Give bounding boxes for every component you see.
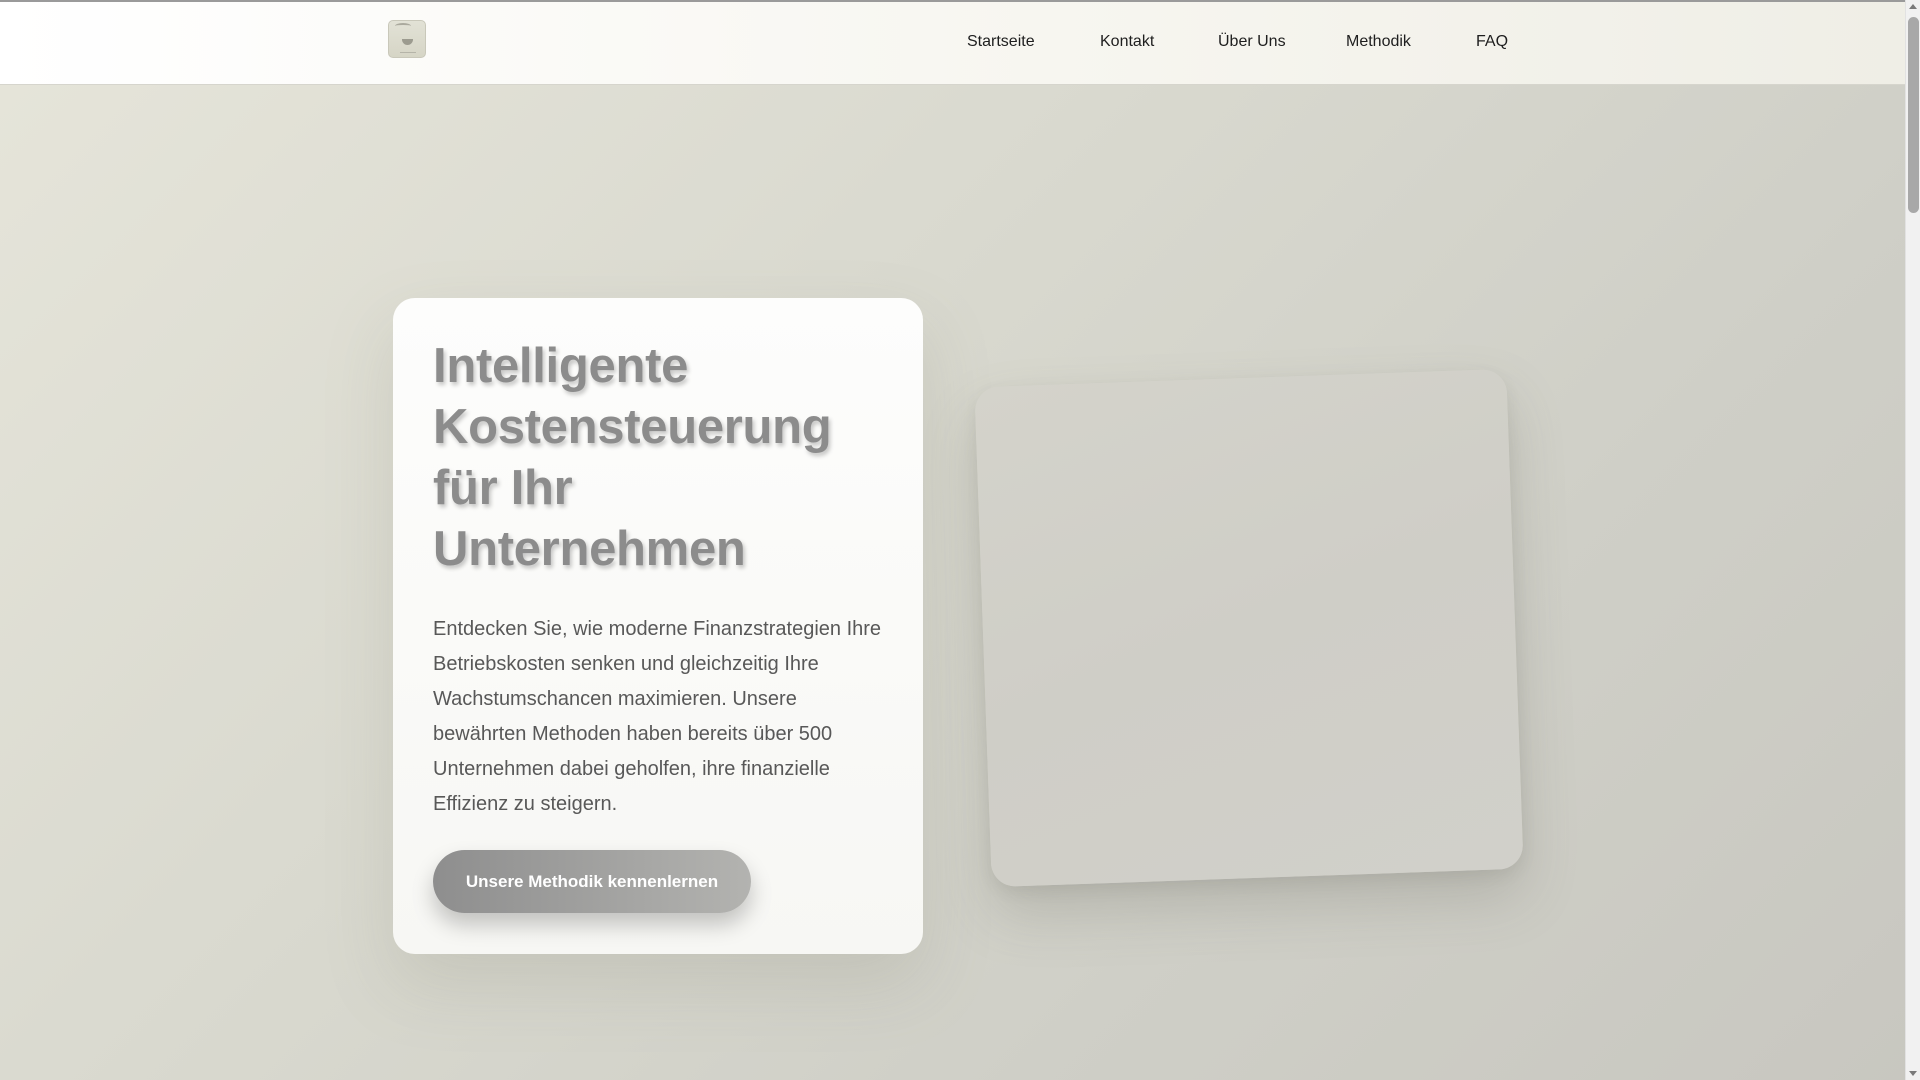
hero-description: Entdecken Sie, wie moderne Finanzstrateg… xyxy=(433,618,882,815)
methodik-cta-button[interactable]: Unsere Methodik kennenlernen xyxy=(433,850,751,913)
nav-item-startseite[interactable]: Startseite xyxy=(967,33,1035,51)
hero-image-panel xyxy=(974,368,1524,888)
nav-item-faq[interactable]: FAQ xyxy=(1476,33,1508,51)
nav-item-ueber-uns[interactable]: Über Uns xyxy=(1218,33,1286,51)
main-nav: Startseite Kontakt Über Uns Methodik FAQ xyxy=(0,2,1905,85)
hero-title: Intelligente Kostensteuerung für Ihr Unt… xyxy=(433,339,832,576)
nav-item-methodik[interactable]: Methodik xyxy=(1346,33,1411,51)
scroll-down-arrow-icon[interactable] xyxy=(1909,1071,1917,1076)
scroll-thumb[interactable] xyxy=(1908,17,1919,213)
site-header: Startseite Kontakt Über Uns Methodik FAQ xyxy=(0,2,1905,85)
nav-item-kontakt[interactable]: Kontakt xyxy=(1100,33,1154,51)
page-scrollbar[interactable] xyxy=(1905,0,1920,1080)
hero-card: Intelligente Kostensteuerung für Ihr Unt… xyxy=(393,298,923,954)
scroll-up-arrow-icon[interactable] xyxy=(1909,4,1917,9)
